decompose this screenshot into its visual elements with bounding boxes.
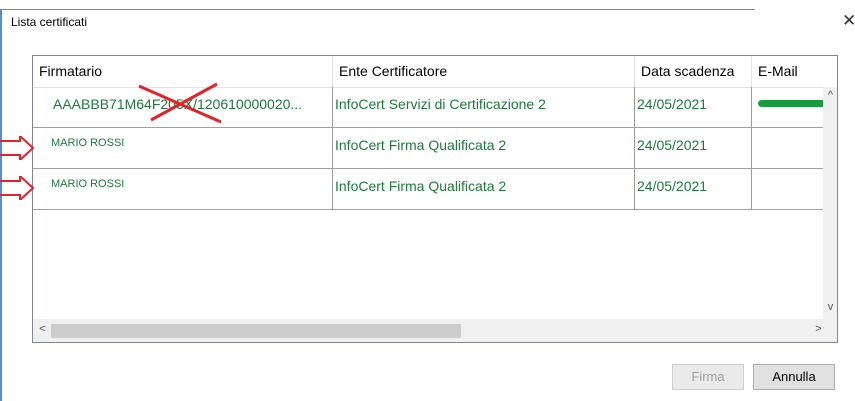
scroll-right-icon[interactable]: > [811, 323, 826, 335]
cell-firmatario: MARIO ROSSI [33, 169, 333, 209]
red-arrow-icon [0, 176, 34, 200]
annulla-button[interactable]: Annulla [753, 364, 835, 390]
cell-ente: InfoCert Servizi di Certificazione 2 [333, 87, 635, 127]
window-top-border [0, 9, 755, 10]
redaction-mark [758, 100, 823, 107]
cell-scadenza: 24/05/2021 [635, 169, 752, 209]
cell-scadenza: 24/05/2021 [635, 87, 752, 127]
cell-email [752, 128, 823, 168]
cell-firmatario: MARIO ROSSI [33, 128, 333, 168]
column-header-scadenza[interactable]: Data scadenza [635, 56, 752, 87]
firma-button[interactable]: Firma [672, 364, 744, 390]
red-strike-icon [138, 82, 222, 124]
vertical-scrollbar[interactable]: ^ v [823, 87, 837, 319]
table-row[interactable]: MARIO ROSSI InfoCert Firma Qualificata 2… [33, 169, 823, 210]
window-left-border [0, 9, 2, 401]
cell-ente: InfoCert Firma Qualificata 2 [333, 169, 635, 209]
column-header-email[interactable]: E-Mail [752, 56, 837, 87]
close-icon[interactable]: ✕ [842, 11, 855, 31]
scroll-up-icon[interactable]: ^ [823, 89, 837, 101]
scroll-left-icon[interactable]: < [35, 323, 50, 335]
cell-email [752, 169, 823, 209]
cell-ente: InfoCert Firma Qualificata 2 [333, 128, 635, 168]
dialog-title: Lista certificati [11, 15, 88, 29]
horizontal-scrollbar[interactable]: < > [33, 319, 837, 342]
table-row[interactable]: MARIO ROSSI InfoCert Firma Qualificata 2… [33, 128, 823, 169]
cell-scadenza: 24/05/2021 [635, 128, 752, 168]
cell-email [752, 87, 823, 127]
column-header-ente[interactable]: Ente Certificatore [333, 56, 635, 87]
red-arrow-icon [0, 136, 34, 160]
scroll-down-icon[interactable]: v [823, 301, 837, 313]
horizontal-scroll-thumb[interactable] [51, 324, 461, 338]
